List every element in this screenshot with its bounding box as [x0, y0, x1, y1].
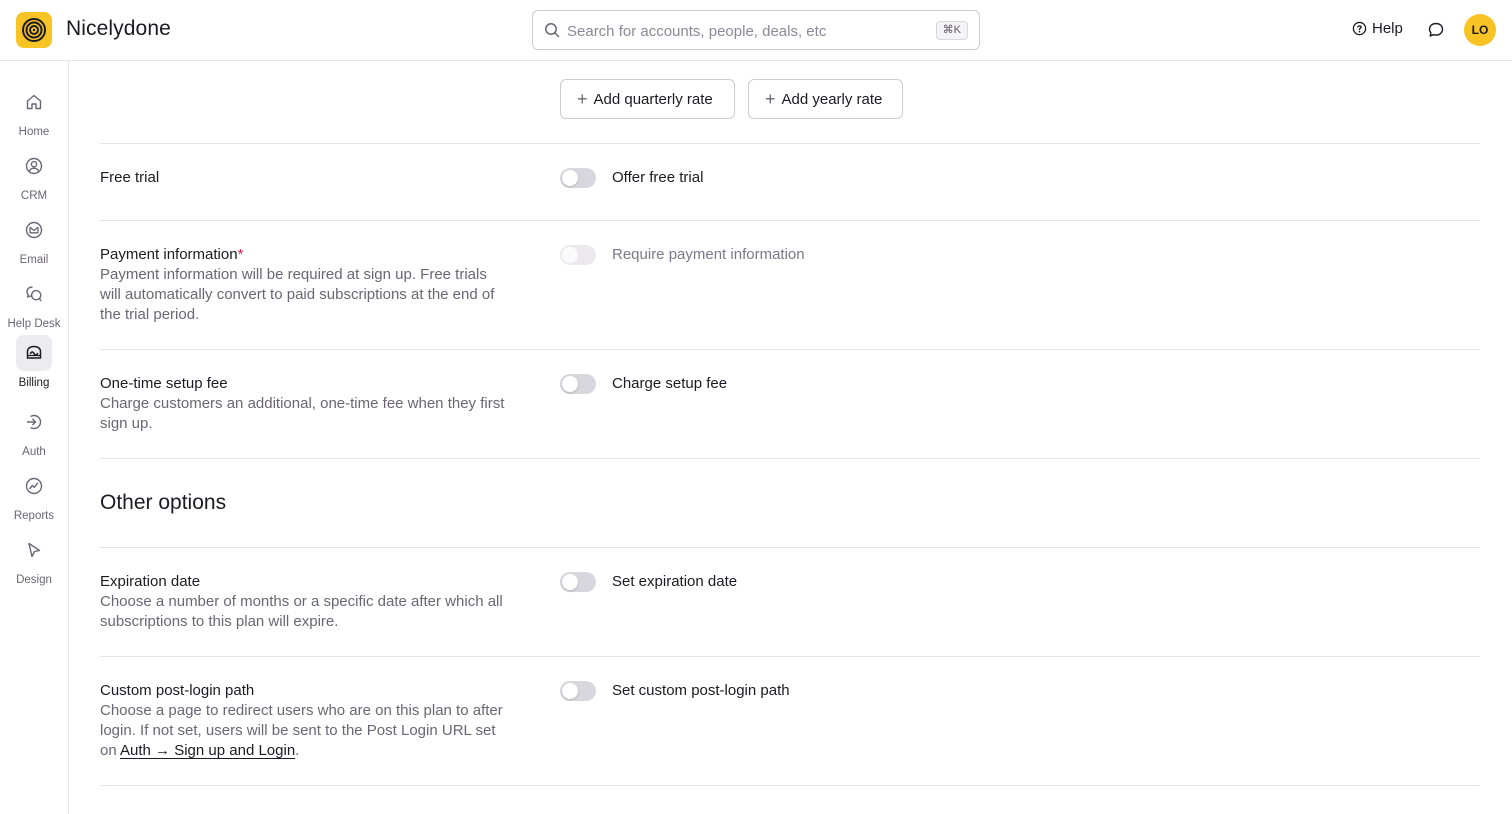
sidebar-item-label: Design	[16, 574, 52, 586]
setup-fee-description: Charge customers an additional, one-time…	[100, 395, 505, 432]
plus-icon: +	[577, 88, 588, 109]
add-quarterly-rate-label: Add quarterly rate	[593, 90, 713, 108]
app-name: Nicelydone	[66, 17, 171, 40]
search-shortcut-badge: ⌘K	[935, 21, 968, 40]
free-trial-title: Free trial	[100, 169, 160, 186]
sidebar-item-email[interactable]: Email	[0, 212, 68, 272]
payment-info-description: Payment information will be required at …	[100, 266, 495, 323]
sidebar-item-label: Home	[18, 126, 50, 138]
other-options-heading: Other options	[100, 491, 227, 514]
toggle-knob	[562, 683, 578, 699]
setup-fee-toggle[interactable]	[560, 374, 596, 394]
sidebar-item-help-desk[interactable]: Help Desk	[0, 276, 68, 336]
divider	[100, 349, 1480, 350]
sidebar-item-auth[interactable]: Auth	[0, 404, 68, 464]
sidebar-item-label: Email	[19, 254, 49, 266]
setup-fee-title: One-time setup fee	[100, 375, 228, 392]
post-login-path-description: Choose a page to redirect users who are …	[100, 701, 510, 761]
plus-icon: +	[765, 88, 776, 109]
toggle-knob	[562, 170, 578, 186]
login-icon	[26, 414, 42, 430]
expiration-date-toggle-label[interactable]: Set expiration date	[612, 573, 737, 590]
divider	[100, 458, 1480, 459]
required-mark: *	[237, 246, 244, 263]
free-trial-toggle-label[interactable]: Offer free trial	[612, 169, 703, 186]
sidebar-item-design[interactable]: Design	[0, 532, 68, 592]
sidebar-item-label: Billing	[18, 377, 50, 389]
app-logo[interactable]	[16, 12, 52, 48]
sidebar-item-label: Reports	[13, 510, 55, 522]
sidebar-item-home[interactable]: Home	[0, 84, 68, 144]
help-button[interactable]: Help	[1352, 20, 1403, 37]
global-search[interactable]: ⌘K	[532, 10, 980, 50]
expiration-date-title: Expiration date	[100, 573, 201, 590]
help-circle-icon	[1352, 21, 1367, 36]
divider	[100, 547, 1480, 548]
billing-icon	[26, 345, 42, 359]
expiration-date-description: Choose a number of months or a specific …	[100, 593, 503, 630]
post-login-path-title: Custom post-login path	[100, 682, 255, 699]
chat-bubbles-icon	[26, 286, 42, 302]
post-login-path-toggle-label[interactable]: Set custom post-login path	[612, 682, 790, 699]
divider	[100, 656, 1480, 657]
setup-fee-toggle-label[interactable]: Charge setup fee	[612, 375, 727, 392]
toggle-knob	[562, 247, 578, 263]
divider	[100, 143, 1480, 144]
toggle-knob	[562, 574, 578, 590]
cursor-icon	[28, 542, 41, 558]
sidebar-item-label: CRM	[20, 190, 48, 202]
payment-info-toggle	[560, 245, 596, 265]
payment-info-title: Payment information*	[100, 246, 243, 263]
divider	[100, 220, 1480, 221]
post-login-description-suffix: .	[295, 742, 300, 759]
user-avatar[interactable]: LO	[1464, 14, 1496, 46]
search-input[interactable]	[567, 20, 927, 42]
add-yearly-rate-label: Add yearly rate	[781, 90, 883, 108]
sidebar-item-label: Help Desk	[7, 318, 61, 330]
free-trial-toggle[interactable]	[560, 168, 596, 188]
add-quarterly-rate-button[interactable]: + Add quarterly rate	[560, 79, 735, 119]
mail-icon	[25, 221, 43, 239]
auth-signup-login-link[interactable]: Auth → Sign up and Login	[120, 742, 295, 759]
post-login-path-toggle[interactable]	[560, 681, 596, 701]
spiral-logo-icon	[22, 18, 46, 42]
sidebar-item-crm[interactable]: CRM	[0, 148, 68, 208]
chat-bubble-icon[interactable]	[1427, 21, 1445, 39]
add-yearly-rate-button[interactable]: + Add yearly rate	[748, 79, 903, 119]
sidebar: Home CRM Email Help Desk Billing Auth Re…	[0, 61, 69, 814]
sidebar-item-billing[interactable]: Billing	[0, 335, 68, 395]
search-icon	[545, 23, 560, 38]
divider	[100, 785, 1480, 786]
top-bar: Nicelydone ⌘K Help LO	[0, 0, 1512, 61]
payment-info-toggle-label: Require payment information	[612, 246, 805, 263]
sidebar-item-label: Auth	[22, 446, 46, 458]
help-label: Help	[1372, 20, 1403, 37]
chart-icon	[25, 477, 43, 495]
toggle-knob	[562, 376, 578, 392]
user-circle-icon	[25, 157, 43, 175]
sidebar-item-reports[interactable]: Reports	[0, 468, 68, 528]
expiration-date-toggle[interactable]	[560, 572, 596, 592]
home-icon	[26, 94, 42, 110]
payment-info-title-text: Payment information	[100, 246, 238, 263]
